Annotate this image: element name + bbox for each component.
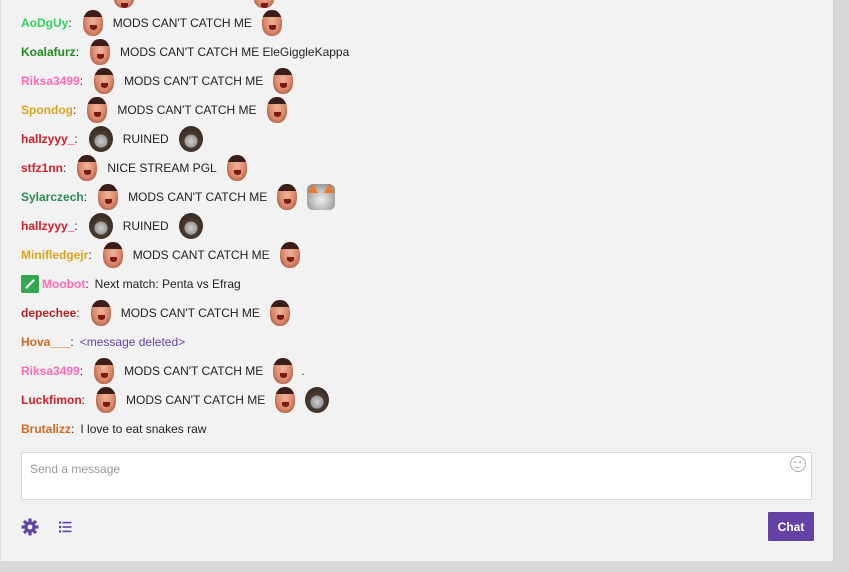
deleted-message-link[interactable]: <message deleted> xyxy=(80,335,185,349)
chat-message: hallzyyy_: RUINED xyxy=(21,211,208,240)
message-text: MODS CAN'T CATCH ME xyxy=(126,392,266,407)
list-icon[interactable] xyxy=(58,519,74,535)
message-username[interactable]: Spondog xyxy=(21,103,73,117)
message-text: MODS CAN'T CATCH ME xyxy=(124,363,264,378)
message-username[interactable]: Brutalizz xyxy=(21,422,71,436)
kappa-emote-icon xyxy=(266,96,287,123)
gear-icon[interactable] xyxy=(21,518,39,536)
message-colon: : xyxy=(76,305,80,320)
message-text: MODS CAN'T CATCH ME xyxy=(128,189,268,204)
message-text: MODS CANT CATCH ME xyxy=(132,247,270,262)
kappa-emote-icon xyxy=(98,183,119,210)
message-colon: : xyxy=(79,363,84,378)
message-text: NICE STREAM PGL xyxy=(107,160,217,175)
message-username[interactable]: Koalafurz xyxy=(21,45,76,59)
message-colon: : xyxy=(75,44,80,59)
chat-message: stfz1nn: NICE STREAM PGL xyxy=(21,153,252,182)
cat-emote-icon xyxy=(307,183,336,210)
chat-message: Riksa3499: MODS CAN'T CATCH ME xyxy=(21,66,298,95)
message-text: MODS CAN'T CATCH ME xyxy=(124,73,264,88)
message-colon: : xyxy=(68,15,72,30)
kappa-emote-icon xyxy=(277,183,298,210)
message-username[interactable]: Riksa3499 xyxy=(21,364,80,378)
chat-message: Hova___: <message deleted> xyxy=(21,327,190,356)
chat-message: Koalafurz: MODS CAN'T CATCH ME EleGiggle… xyxy=(21,37,354,66)
kappa-emote-icon xyxy=(82,9,103,36)
message-text: MODS CAN'T CATCH ME EleGiggleKappa xyxy=(120,44,350,59)
message-username[interactable]: hallzyyy_ xyxy=(21,132,74,146)
kappa-emote-icon xyxy=(96,386,117,413)
message-colon: : xyxy=(88,247,92,262)
message-colon: : xyxy=(74,131,78,146)
message-trailing-dot: . xyxy=(301,363,305,378)
afro-emote-icon xyxy=(88,212,113,239)
message-username[interactable]: Hova___ xyxy=(21,335,70,349)
kappa-emote-icon xyxy=(273,67,294,94)
message-colon: : xyxy=(72,102,77,117)
kappa-emote-icon xyxy=(90,299,111,326)
message-text: I love to eat snakes raw xyxy=(80,421,207,436)
message-text: MODS CAN'T CATCH ME xyxy=(112,15,252,30)
chat-panel: AoDgUy: MODS CAN'T CATCH ME Koalafurz: M… xyxy=(0,0,834,561)
kappa-emote-icon xyxy=(114,0,134,8)
chat-message: Moobot: Next match: Penta vs Efrag xyxy=(21,269,246,298)
message-text: MODS CAN'T CATCH ME xyxy=(120,305,260,320)
kappa-emote-icon xyxy=(269,299,290,326)
chat-message: Sylarczech: MODS CAN'T CATCH ME xyxy=(21,182,340,211)
chat-message: Spondog: MODS CAN'T CATCH ME xyxy=(21,95,292,124)
kappa-emote-icon xyxy=(254,0,274,8)
chat-message: Luckfimon: MODS CAN'T CATCH ME xyxy=(21,385,334,414)
chat-message: Minifledgejr: MODS CANT CATCH ME xyxy=(21,240,305,269)
message-colon: : xyxy=(63,160,67,175)
message-colon: : xyxy=(85,276,89,291)
chat-send-button[interactable]: Chat xyxy=(768,512,814,541)
chat-message: depechee: MODS CAN'T CATCH ME xyxy=(21,298,295,327)
kappa-emote-icon xyxy=(94,67,115,94)
message-input[interactable] xyxy=(21,452,812,500)
afro-emote-icon xyxy=(88,125,113,152)
message-colon: : xyxy=(71,421,75,436)
message-colon: : xyxy=(83,189,88,204)
kappa-emote-icon xyxy=(226,154,247,181)
message-username[interactable]: stfz1nn xyxy=(21,161,63,175)
message-username[interactable]: Riksa3499 xyxy=(21,74,80,88)
message-text: RUINED xyxy=(122,218,169,233)
kappa-emote-icon xyxy=(275,386,296,413)
chat-message: Brutalizz: I love to eat snakes raw xyxy=(21,414,211,443)
message-colon: : xyxy=(79,73,84,88)
message-username[interactable]: hallzyyy_ xyxy=(21,219,74,233)
sword-badge-icon xyxy=(21,274,39,293)
kappa-emote-icon xyxy=(94,357,115,384)
message-username[interactable]: Sylarczech xyxy=(21,190,84,204)
kappa-emote-icon xyxy=(279,241,300,268)
kappa-emote-icon xyxy=(261,9,282,36)
message-colon: : xyxy=(74,218,78,233)
chat-message: hallzyyy_: RUINED xyxy=(21,124,208,153)
kappa-emote-icon xyxy=(273,357,294,384)
partially-visible-message xyxy=(1,0,301,8)
afro-emote-icon xyxy=(178,125,203,152)
kappa-emote-icon xyxy=(87,96,108,123)
message-text: Next match: Penta vs Efrag xyxy=(94,276,241,291)
kappa-emote-icon xyxy=(77,154,98,181)
message-username[interactable]: depechee xyxy=(21,306,76,320)
message-username[interactable]: Minifledgejr xyxy=(21,248,88,262)
message-username[interactable]: Moobot xyxy=(42,277,85,291)
afro-emote-icon xyxy=(178,212,203,239)
message-colon: : xyxy=(81,392,86,407)
message-text: MODS CAN'T CATCH ME xyxy=(117,102,257,117)
message-username[interactable]: Luckfimon xyxy=(21,393,82,407)
message-text: RUINED xyxy=(122,131,169,146)
afro-emote-icon xyxy=(305,386,330,413)
smiley-icon[interactable] xyxy=(790,456,806,472)
message-username[interactable]: AoDgUy xyxy=(21,16,68,30)
message-colon: : xyxy=(70,334,74,349)
chat-message: Riksa3499: MODS CAN'T CATCH ME . xyxy=(21,356,305,385)
kappa-emote-icon xyxy=(102,241,123,268)
chat-message: AoDgUy: MODS CAN'T CATCH ME xyxy=(21,8,287,37)
kappa-emote-icon xyxy=(90,38,111,65)
